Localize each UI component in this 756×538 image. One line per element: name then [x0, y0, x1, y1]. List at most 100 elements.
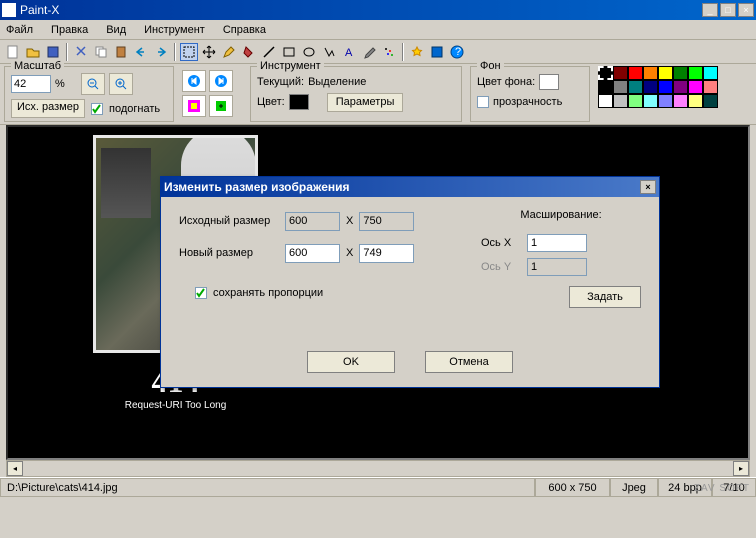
palette-swatch[interactable] [598, 94, 613, 108]
nav-first-button[interactable] [182, 70, 206, 92]
instrument-legend: Инструмент [257, 60, 324, 72]
params-button[interactable]: Параметры [327, 93, 404, 112]
help-icon[interactable]: ? [448, 43, 466, 61]
nav-panel [182, 66, 242, 122]
separator [174, 43, 176, 61]
transparency-checkbox[interactable] [477, 96, 489, 108]
palette-swatch[interactable] [673, 66, 688, 80]
copy-icon[interactable] [92, 43, 110, 61]
nav-resize-button[interactable] [209, 95, 233, 117]
menu-tool[interactable]: Инструмент [144, 24, 205, 36]
palette-swatch[interactable] [688, 80, 703, 94]
current-tool-value: Выделение [308, 76, 366, 88]
src-height-input [359, 212, 414, 231]
menu-file[interactable]: Файл [6, 24, 33, 36]
keep-ratio-checkbox[interactable] [195, 287, 207, 299]
polygon-tool-icon[interactable] [320, 43, 338, 61]
menu-view[interactable]: Вид [106, 24, 126, 36]
palette-swatch[interactable] [658, 80, 673, 94]
palette-swatch[interactable] [598, 80, 613, 94]
window-title: Paint-X [20, 3, 702, 17]
palette-swatch[interactable] [643, 80, 658, 94]
error-message: Request-URI Too Long [125, 400, 227, 411]
palette-swatch[interactable] [628, 66, 643, 80]
statusbar: D:\Picture\cats\414.jpg 600 x 750 Jpeg 2… [0, 477, 756, 497]
palette-swatch[interactable] [598, 66, 613, 80]
axis-x-input[interactable] [527, 234, 587, 252]
cancel-button[interactable]: Отмена [425, 351, 513, 373]
fill-tool-icon[interactable] [240, 43, 258, 61]
menu-edit[interactable]: Правка [51, 24, 88, 36]
bgcolor-label: Цвет фона: [477, 76, 535, 88]
new-width-input[interactable] [285, 244, 340, 263]
cut-icon[interactable] [72, 43, 90, 61]
dialog-titlebar[interactable]: Изменить размер изображения × [161, 177, 659, 197]
palette-swatch[interactable] [613, 94, 628, 108]
zoom-legend: Масштаб [11, 60, 64, 72]
horizontal-scrollbar[interactable]: ◂ ▸ [6, 460, 750, 477]
ellipse-tool-icon[interactable] [300, 43, 318, 61]
line-tool-icon[interactable] [260, 43, 278, 61]
menu-help[interactable]: Справка [223, 24, 266, 36]
palette-swatch[interactable] [688, 94, 703, 108]
instrument-panel: Инструмент Текущий: Выделение Цвет: Пара… [250, 66, 462, 122]
pen-tool-icon[interactable] [220, 43, 238, 61]
new-height-input[interactable] [359, 244, 414, 263]
palette-swatch[interactable] [673, 94, 688, 108]
palette-swatch[interactable] [703, 80, 718, 94]
axis-y-label: Ось Y [481, 261, 521, 273]
dialog-close-button[interactable]: × [640, 180, 656, 194]
open-icon[interactable] [24, 43, 42, 61]
zoom-in-button[interactable] [109, 73, 133, 95]
fit-checkbox[interactable] [91, 103, 103, 115]
zoom-out-button[interactable] [81, 73, 105, 95]
palette-swatch[interactable] [703, 94, 718, 108]
eyedropper-icon[interactable] [360, 43, 378, 61]
transparency-label: прозрачность [493, 96, 562, 108]
menubar: Файл Правка Вид Инструмент Справка [0, 20, 756, 40]
move-tool-icon[interactable] [200, 43, 218, 61]
palette-swatch[interactable] [658, 94, 673, 108]
save-icon[interactable] [44, 43, 62, 61]
color-swatch[interactable] [289, 94, 309, 110]
zoom-input[interactable] [11, 75, 51, 93]
effects-icon[interactable] [428, 43, 446, 61]
scroll-left-icon[interactable]: ◂ [7, 461, 23, 476]
scroll-right-icon[interactable]: ▸ [733, 461, 749, 476]
undo-icon[interactable] [132, 43, 150, 61]
redo-icon[interactable] [152, 43, 170, 61]
nav-crop-button[interactable] [182, 95, 206, 117]
rect-tool-icon[interactable] [280, 43, 298, 61]
palette-swatch[interactable] [613, 66, 628, 80]
palette-swatch[interactable] [703, 66, 718, 80]
axis-x-label: Ось X [481, 237, 521, 249]
select-tool-icon[interactable] [180, 43, 198, 61]
palette-swatch[interactable] [628, 80, 643, 94]
color-label: Цвет: [257, 96, 285, 108]
palette-swatch[interactable] [688, 66, 703, 80]
new-icon[interactable] [4, 43, 22, 61]
close-button[interactable]: × [738, 3, 754, 17]
nav-last-button[interactable] [209, 70, 233, 92]
set-button[interactable]: Задать [569, 286, 641, 308]
current-tool-label: Текущий: [257, 76, 304, 88]
palette-swatch[interactable] [643, 66, 658, 80]
maximize-button[interactable]: □ [720, 3, 736, 17]
ok-button[interactable]: OK [307, 351, 395, 373]
palette-swatch[interactable] [658, 66, 673, 80]
minimize-button[interactable]: _ [702, 3, 718, 17]
text-tool-icon[interactable]: A [340, 43, 358, 61]
axis-y-input [527, 258, 587, 276]
orig-size-button[interactable]: Исх. размер [11, 99, 85, 118]
spray-tool-icon[interactable] [380, 43, 398, 61]
palette-swatch[interactable] [643, 94, 658, 108]
x-separator: X [346, 215, 353, 227]
paste-icon[interactable] [112, 43, 130, 61]
favorite-icon[interactable] [408, 43, 426, 61]
palette-swatch[interactable] [673, 80, 688, 94]
bgcolor-swatch[interactable] [539, 74, 559, 90]
zoom-percent: % [55, 78, 65, 90]
palette-swatch[interactable] [628, 94, 643, 108]
scaling-header: Масширование: [481, 209, 641, 221]
palette-swatch[interactable] [613, 80, 628, 94]
